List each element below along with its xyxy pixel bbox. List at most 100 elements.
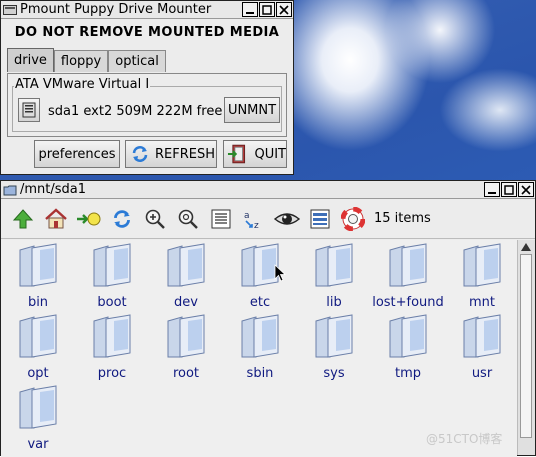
minimize-icon: [246, 11, 254, 14]
folder-label: bin: [27, 295, 49, 310]
drive-info: sda1 ext2 509M 222M free: [48, 104, 223, 119]
folder-item[interactable]: lost+found: [371, 242, 445, 310]
svg-text:z: z: [254, 221, 259, 230]
mouse-cursor-icon: [274, 264, 286, 282]
folder-label: usr: [471, 366, 493, 381]
watermark: @51CTO博客: [426, 432, 503, 446]
maximize-button[interactable]: [501, 182, 517, 197]
zoom-fit-icon: [178, 209, 198, 229]
filer-toolbar: a z 15 items: [1, 199, 535, 239]
preferences-button[interactable]: preferences: [34, 140, 120, 168]
refresh-icon: [113, 209, 131, 228]
up-button[interactable]: [9, 205, 37, 233]
lifebuoy-icon: [341, 206, 365, 231]
file-manager-window: /mnt/sda1 a z 15 items bin boot dev etc …: [0, 180, 536, 457]
close-button[interactable]: [276, 2, 292, 17]
drive-icon: [22, 102, 36, 118]
folder-item[interactable]: sys: [297, 313, 371, 381]
refresh-button[interactable]: REFRESH: [125, 140, 217, 168]
folder-item[interactable]: lib: [297, 242, 371, 310]
folder-icon: [167, 314, 205, 358]
folder-label: sbin: [246, 366, 274, 381]
help-button[interactable]: [339, 205, 367, 233]
tab-optical[interactable]: optical: [108, 50, 166, 72]
scroll-up-arrow-icon[interactable]: [520, 242, 532, 252]
folder-item[interactable]: usr: [445, 313, 517, 381]
warning-text: DO NOT REMOVE MOUNTED MEDIA: [14, 25, 280, 40]
minimize-icon: [488, 191, 496, 194]
close-icon: [279, 4, 289, 15]
folder-label: etc: [249, 295, 271, 310]
pmount-titlebar[interactable]: Pmount Puppy Drive Mounter: [1, 1, 293, 19]
drive-icon-button[interactable]: [18, 98, 40, 122]
quit-button[interactable]: QUIT: [223, 140, 287, 168]
scrollbar-thumb[interactable]: [520, 254, 532, 438]
folder-label: boot: [97, 295, 127, 310]
show-hidden-button[interactable]: [273, 205, 301, 233]
folder-item[interactable]: opt: [1, 313, 75, 381]
zoom-in-icon: [145, 209, 165, 229]
select-list-icon: [310, 209, 330, 228]
folder-icon: [389, 243, 427, 287]
folder-item[interactable]: dev: [149, 242, 223, 310]
folder-label: opt: [27, 366, 49, 381]
folder-icon: [463, 314, 501, 358]
folder-label: proc: [97, 366, 127, 381]
quit-label: QUIT: [254, 146, 286, 162]
folder-icon: [389, 314, 427, 358]
exit-door-icon: [227, 144, 246, 164]
folder-label: tmp: [394, 366, 421, 381]
close-icon: [521, 184, 531, 195]
folder-icon: [19, 385, 57, 429]
details-view-button[interactable]: [207, 205, 235, 233]
folder-icon: [19, 314, 57, 358]
minimize-button[interactable]: [242, 2, 258, 17]
folder-label: sys: [323, 366, 345, 381]
folder-icon: [167, 243, 205, 287]
home-button[interactable]: [42, 205, 70, 233]
refresh-label: REFRESH: [155, 146, 215, 162]
up-arrow-icon: [12, 208, 34, 228]
folder-item[interactable]: boot: [75, 242, 149, 310]
pmount-title: Pmount Puppy Drive Mounter: [20, 2, 212, 17]
folder-label: lost+found: [372, 295, 444, 310]
folder-item[interactable]: sbin: [223, 313, 297, 381]
close-button[interactable]: [518, 182, 534, 197]
arrow-bulb-icon: [77, 212, 101, 225]
refresh-button[interactable]: [108, 205, 136, 233]
folder-label: mnt: [469, 295, 495, 310]
zoom-in-button[interactable]: [141, 205, 169, 233]
folder-item[interactable]: proc: [75, 313, 149, 381]
maximize-button[interactable]: [259, 2, 275, 17]
device-tabs: drive floppy optical: [7, 48, 166, 72]
folder-icon: [93, 314, 131, 358]
folder-item[interactable]: bin: [1, 242, 75, 310]
list-view-icon: [211, 209, 231, 228]
folder-item[interactable]: tmp: [371, 313, 445, 381]
minimize-button[interactable]: [484, 182, 500, 197]
sort-az-icon: a z: [244, 211, 259, 230]
folder-label: lib: [326, 295, 342, 310]
bookmarks-button[interactable]: [75, 205, 103, 233]
window-menu-icon[interactable]: [3, 4, 17, 16]
folder-item[interactable]: var: [1, 384, 75, 452]
folder-item[interactable]: mnt: [445, 242, 517, 310]
tab-drive[interactable]: drive: [7, 48, 54, 72]
folder-item[interactable]: root: [149, 313, 223, 381]
home-icon: [45, 207, 67, 228]
file-list: bin boot dev etc lib lost+found mnt opt …: [1, 240, 517, 457]
zoom-fit-button[interactable]: [174, 205, 202, 233]
folder-label: var: [27, 437, 49, 452]
folder-icon: [315, 314, 353, 358]
tab-floppy[interactable]: floppy: [53, 50, 109, 72]
folder-icon: [463, 243, 501, 287]
folder-window-icon[interactable]: [3, 184, 17, 196]
drive-panel: ATA VMware Virtual I sda1 ext2 509M 222M…: [7, 73, 287, 137]
pmount-window: Pmount Puppy Drive Mounter DO NOT REMOVE…: [0, 0, 294, 175]
filer-titlebar[interactable]: /mnt/sda1: [1, 181, 535, 199]
maximize-icon: [262, 4, 272, 15]
sort-button[interactable]: a z: [240, 205, 268, 233]
vertical-scrollbar[interactable]: [517, 240, 535, 455]
select-button[interactable]: [306, 205, 334, 233]
unmount-button[interactable]: UNMNT: [224, 97, 280, 123]
